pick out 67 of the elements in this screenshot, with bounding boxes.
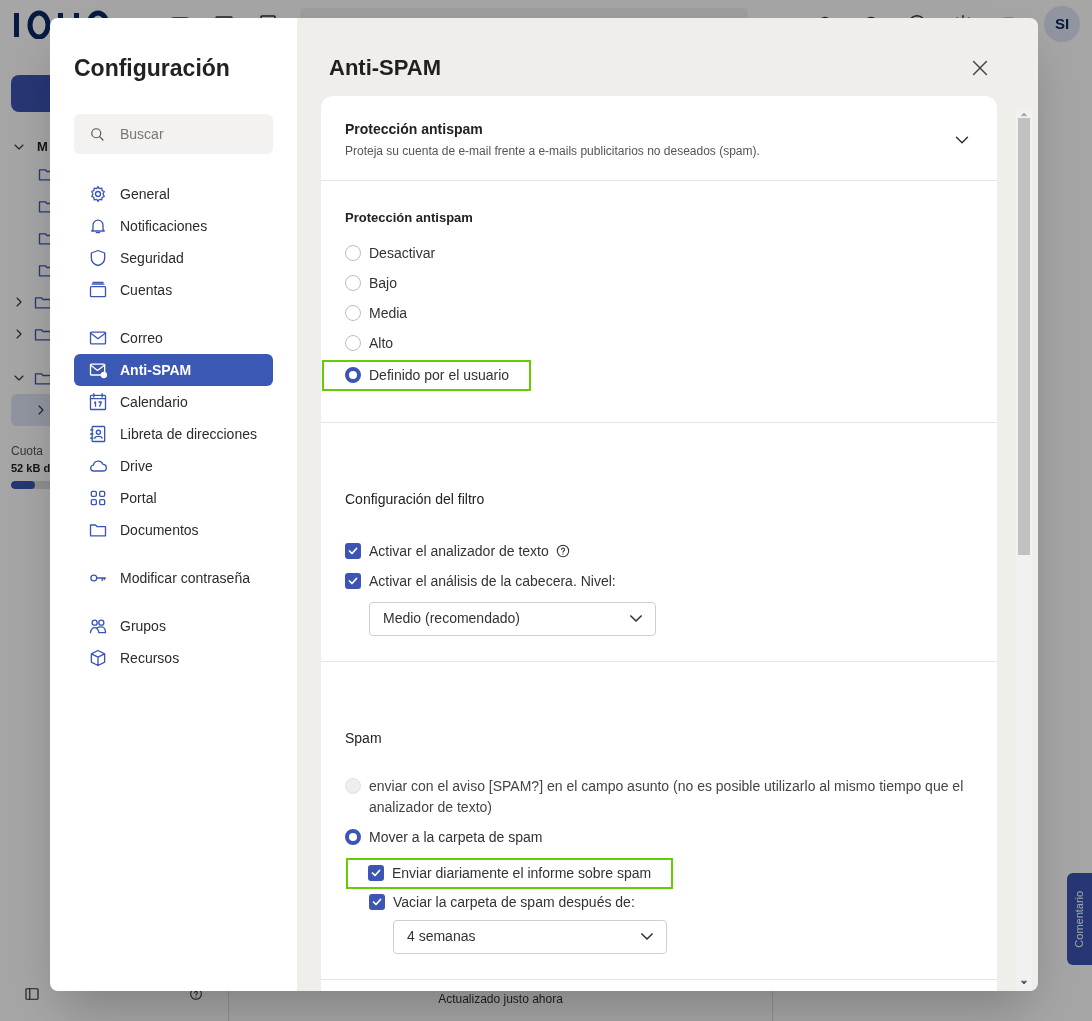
avatar[interactable]: SI bbox=[1044, 6, 1080, 42]
nav-item[interactable]: Grupos bbox=[74, 610, 273, 642]
nav-item[interactable]: Documentos bbox=[74, 514, 273, 546]
contact-card-icon bbox=[88, 424, 108, 444]
check-icon bbox=[371, 896, 383, 908]
nav-item[interactable]: Notificaciones bbox=[74, 210, 273, 242]
section-subtitle: Proteja su cuenta de e-mail frente a e-mails publicitarios no deseados (spam). bbox=[345, 143, 760, 160]
option-label[interactable]: Mover a la carpeta de spam bbox=[369, 826, 543, 848]
dialog-title: Configuración bbox=[74, 54, 231, 82]
radio-button[interactable] bbox=[345, 829, 361, 845]
radio-button[interactable] bbox=[345, 335, 361, 351]
nav-item[interactable]: General bbox=[74, 178, 273, 210]
chevron-down-icon bbox=[641, 933, 653, 940]
section-title: Protección antispam bbox=[345, 120, 484, 139]
quota-value: 52 kB d bbox=[11, 461, 51, 476]
nav-item[interactable]: Modificar contraseña bbox=[74, 562, 273, 594]
folder-label[interactable]: M bbox=[37, 137, 48, 157]
nav-item[interactable]: Recursos bbox=[74, 642, 273, 674]
status-text: Actualizado justo ahora bbox=[438, 991, 563, 1008]
scrollbar-thumb[interactable] bbox=[1018, 118, 1030, 555]
nav-item[interactable]: Portal bbox=[74, 482, 273, 514]
nav-item[interactable]: Calendario bbox=[74, 386, 273, 418]
grid-icon bbox=[88, 488, 108, 508]
scrollbar[interactable] bbox=[1016, 108, 1032, 991]
select-field[interactable]: Medio (recomendado) bbox=[369, 601, 656, 636]
checkbox[interactable] bbox=[368, 865, 384, 881]
nav-item[interactable]: Drive bbox=[74, 450, 273, 482]
gear-icon bbox=[88, 184, 108, 204]
checkbox[interactable] bbox=[345, 573, 361, 589]
shield-icon bbox=[88, 248, 108, 268]
check-icon bbox=[370, 867, 382, 879]
section-heading: Spam bbox=[345, 728, 383, 748]
cube-icon bbox=[88, 648, 108, 668]
option-label[interactable]: Activar el analizador de texto bbox=[369, 540, 549, 562]
section-heading: Protección antispam bbox=[345, 209, 474, 227]
select-field[interactable]: 4 semanas bbox=[393, 919, 667, 954]
option-label[interactable]: Desactivar bbox=[369, 242, 436, 264]
option-label[interactable]: Alto bbox=[369, 332, 394, 354]
nav-item[interactable]: Seguridad bbox=[74, 242, 273, 274]
search-icon bbox=[88, 125, 106, 143]
checkbox[interactable] bbox=[369, 894, 385, 910]
nav-item[interactable]: Cuentas bbox=[74, 274, 273, 306]
option-label[interactable]: Media bbox=[369, 302, 408, 324]
calendar-icon bbox=[88, 392, 108, 412]
radio-button[interactable] bbox=[345, 305, 361, 321]
chevron-down-icon bbox=[630, 615, 642, 622]
section-heading: Configuración del filtro bbox=[345, 489, 486, 509]
nav-item[interactable]: Anti-SPAM bbox=[74, 354, 273, 386]
radio-button[interactable] bbox=[345, 367, 361, 383]
nav-item[interactable]: Libreta de direcciones bbox=[74, 418, 273, 450]
feedback-button[interactable]: Comentario bbox=[1067, 873, 1092, 965]
nav-item[interactable]: Correo bbox=[74, 322, 273, 354]
checkbox[interactable] bbox=[345, 543, 361, 559]
check-icon bbox=[347, 575, 359, 587]
option-label[interactable]: Vaciar la carpeta de spam después de: bbox=[393, 891, 635, 913]
search-field[interactable]: Buscar bbox=[74, 114, 273, 154]
section-header[interactable]: Protección antispam Proteja su cuenta de e-mail frente a e-mails publicitarios no deseados (spam). bbox=[321, 96, 997, 181]
quota-label: Cuota bbox=[11, 443, 44, 460]
option-label[interactable]: Bajo bbox=[369, 272, 398, 294]
search-input[interactable]: Buscar bbox=[120, 123, 259, 145]
panel-title: Anti-SPAM bbox=[329, 54, 442, 82]
radio-button[interactable] bbox=[345, 275, 361, 291]
sidebar-toggle-icon[interactable] bbox=[23, 985, 41, 1003]
stack-icon bbox=[88, 280, 108, 300]
check-icon bbox=[347, 545, 359, 557]
option-label[interactable]: Activar el análisis de la cabecera. Nivel: bbox=[369, 570, 616, 592]
radio-button[interactable] bbox=[345, 245, 361, 261]
